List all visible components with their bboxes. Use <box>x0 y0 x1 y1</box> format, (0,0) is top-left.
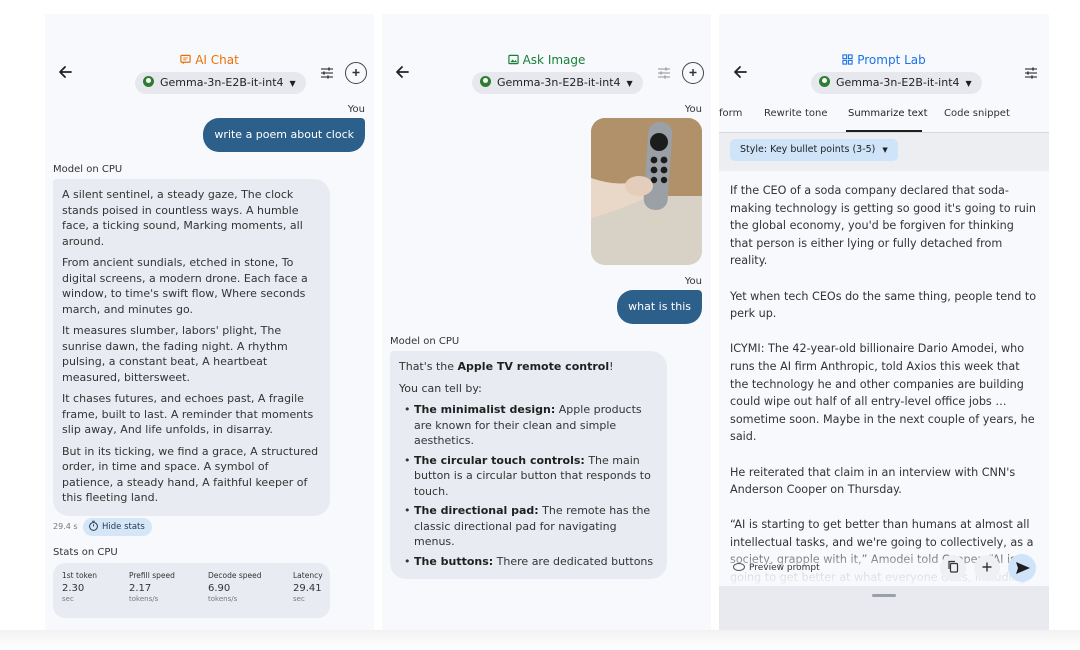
timer-icon <box>89 520 98 531</box>
active-tab-indicator <box>846 130 922 132</box>
response-intro: That's the Apple TV remote control! <box>399 360 614 373</box>
model-name: Gemma-3n-E2B-it-int4 <box>497 76 621 89</box>
model-label: Model on CPU <box>53 164 123 175</box>
style-dropdown[interactable]: Style: Key bullet points (3-5) ▼ <box>730 139 898 161</box>
bottom-edge <box>0 630 1080 650</box>
tab-form[interactable]: form <box>719 108 742 119</box>
header: Prompt Lab Gemma-3n-E2B-it-int4 ▼ <box>719 14 1049 104</box>
user-label: You <box>684 276 702 287</box>
list-item: The buttons: There are dedicated buttons <box>399 554 658 570</box>
response-paragraph: A silent sentinel, a steady gaze, The cl… <box>62 188 303 248</box>
user-message: what is this <box>617 290 702 324</box>
tune-icon[interactable] <box>1023 65 1039 81</box>
text-paragraph: ICYMI: The 42-year-old billionaire Dario… <box>730 342 1035 444</box>
input-text[interactable]: If the CEO of a soda company declared th… <box>730 182 1039 604</box>
uploaded-photo[interactable] <box>591 118 702 265</box>
caret-down-icon: ▼ <box>965 79 972 88</box>
page-title: Prompt Lab <box>719 53 1049 67</box>
header: Ask Image Gemma-3n-E2B-it-int4 ▼ <box>382 14 711 104</box>
list-item: The minimalist design: Apple products ar… <box>399 402 658 449</box>
response-lead: You can tell by: <box>399 381 482 395</box>
response-paragraph: It chases futures, and echoes past, A fr… <box>62 392 314 436</box>
caret-down-icon: ▼ <box>626 79 633 88</box>
page-title-text: AI Chat <box>195 53 239 67</box>
add-chat-icon <box>689 69 697 76</box>
preview-prompt-button[interactable]: Preview prompt <box>733 558 820 578</box>
remote-photo-image <box>591 118 702 265</box>
list-item: The directional pad: The remote has the … <box>399 503 658 550</box>
stat-latency: Latency 29.41 sec <box>293 571 323 603</box>
model-response: That's the Apple TV remote control! You … <box>390 351 667 579</box>
add-chat-icon <box>352 69 360 76</box>
response-paragraph: From ancient sundials, etched in stone, … <box>62 256 308 316</box>
hide-stats-button[interactable]: Hide stats <box>83 518 152 536</box>
stats-title: Stats on CPU <box>53 547 118 558</box>
user-message: write a poem about clock <box>203 118 365 152</box>
model-selector[interactable]: Gemma-3n-E2B-it-int4 ▼ <box>135 72 306 94</box>
caret-down-icon: ▼ <box>289 79 296 88</box>
page-title-text: Prompt Lab <box>857 53 926 67</box>
stat-prefill-speed: Prefill speed 2.17 tokens/s <box>129 571 175 603</box>
preview-prompt-label: Preview prompt <box>749 563 820 573</box>
stat-first-token: 1st token 2.30 sec <box>62 571 97 603</box>
response-bullets: The minimalist design: Apple products ar… <box>399 402 658 569</box>
add-button[interactable] <box>974 555 1000 581</box>
ask-image-screen: Ask Image Gemma-3n-E2B-it-int4 ▼ You You … <box>382 14 711 650</box>
text-paragraph: Yet when tech CEOs do the same thing, pe… <box>730 289 1037 321</box>
stats-card: 1st token 2.30 sec Prefill speed 2.17 tokens… <box>53 563 330 618</box>
model-status-icon <box>143 76 154 87</box>
model-label: Model on CPU <box>390 336 460 347</box>
caret-down-icon: ▼ <box>882 146 888 154</box>
elapsed-time: 29.4 s <box>53 522 78 531</box>
list-item: The circular touch controls: The main bu… <box>399 453 658 500</box>
tab-code-snippet[interactable]: Code snippet <box>944 108 1010 119</box>
header: AI Chat Gemma-3n-E2B-it-int4 ▼ <box>45 14 374 104</box>
text-paragraph: He reiterated that claim in an interview… <box>730 465 1016 497</box>
response-paragraph: It measures slumber, labors' plight, The… <box>62 324 288 384</box>
tune-icon[interactable] <box>656 65 672 81</box>
tab-summarize-text[interactable]: Summarize text <box>848 108 928 119</box>
prompt-lab-screen: Prompt Lab Gemma-3n-E2B-it-int4 ▼ form Re… <box>719 14 1049 650</box>
response-paragraph: But in its ticking, we find a grace, A s… <box>62 444 319 505</box>
tab-rewrite-tone[interactable]: Rewrite tone <box>764 108 828 119</box>
style-row: Style: Key bullet points (3-5) ▼ <box>719 133 1049 171</box>
hide-stats-label: Hide stats <box>102 522 145 532</box>
page-title-text: Ask Image <box>522 53 586 67</box>
new-chat-button[interactable] <box>345 62 367 84</box>
tune-icon[interactable] <box>319 65 335 81</box>
plus-icon <box>982 562 992 572</box>
model-selector[interactable]: Gemma-3n-E2B-it-int4 ▼ <box>811 72 982 94</box>
eye-off-icon <box>733 563 745 571</box>
drag-handle[interactable] <box>872 594 896 597</box>
copy-icon <box>948 560 959 573</box>
new-chat-button[interactable] <box>682 62 704 84</box>
style-label: Style: Key bullet points (3-5) <box>740 144 876 155</box>
image-icon <box>507 54 519 65</box>
copy-button[interactable] <box>940 555 966 581</box>
user-label: You <box>347 104 365 115</box>
send-icon <box>1016 562 1030 574</box>
send-button[interactable] <box>1008 554 1036 582</box>
tab-bar: form Rewrite tone Summarize text Code sn… <box>719 105 1049 133</box>
model-response: A silent sentinel, a steady gaze, The cl… <box>53 179 330 516</box>
model-status-icon <box>819 76 830 87</box>
user-label: You <box>684 104 702 115</box>
model-status-icon <box>480 76 491 87</box>
ai-chat-screen: AI Chat Gemma-3n-E2B-it-int4 ▼ You write … <box>45 14 374 650</box>
model-name: Gemma-3n-E2B-it-int4 <box>160 76 284 89</box>
stat-decode-speed: Decode speed 6.90 tokens/s <box>208 571 262 603</box>
text-paragraph: If the CEO of a soda company declared th… <box>730 184 1036 268</box>
model-selector[interactable]: Gemma-3n-E2B-it-int4 ▼ <box>472 72 643 94</box>
widgets-icon <box>842 54 853 65</box>
chat-icon <box>180 54 191 65</box>
model-name: Gemma-3n-E2B-it-int4 <box>836 76 960 89</box>
